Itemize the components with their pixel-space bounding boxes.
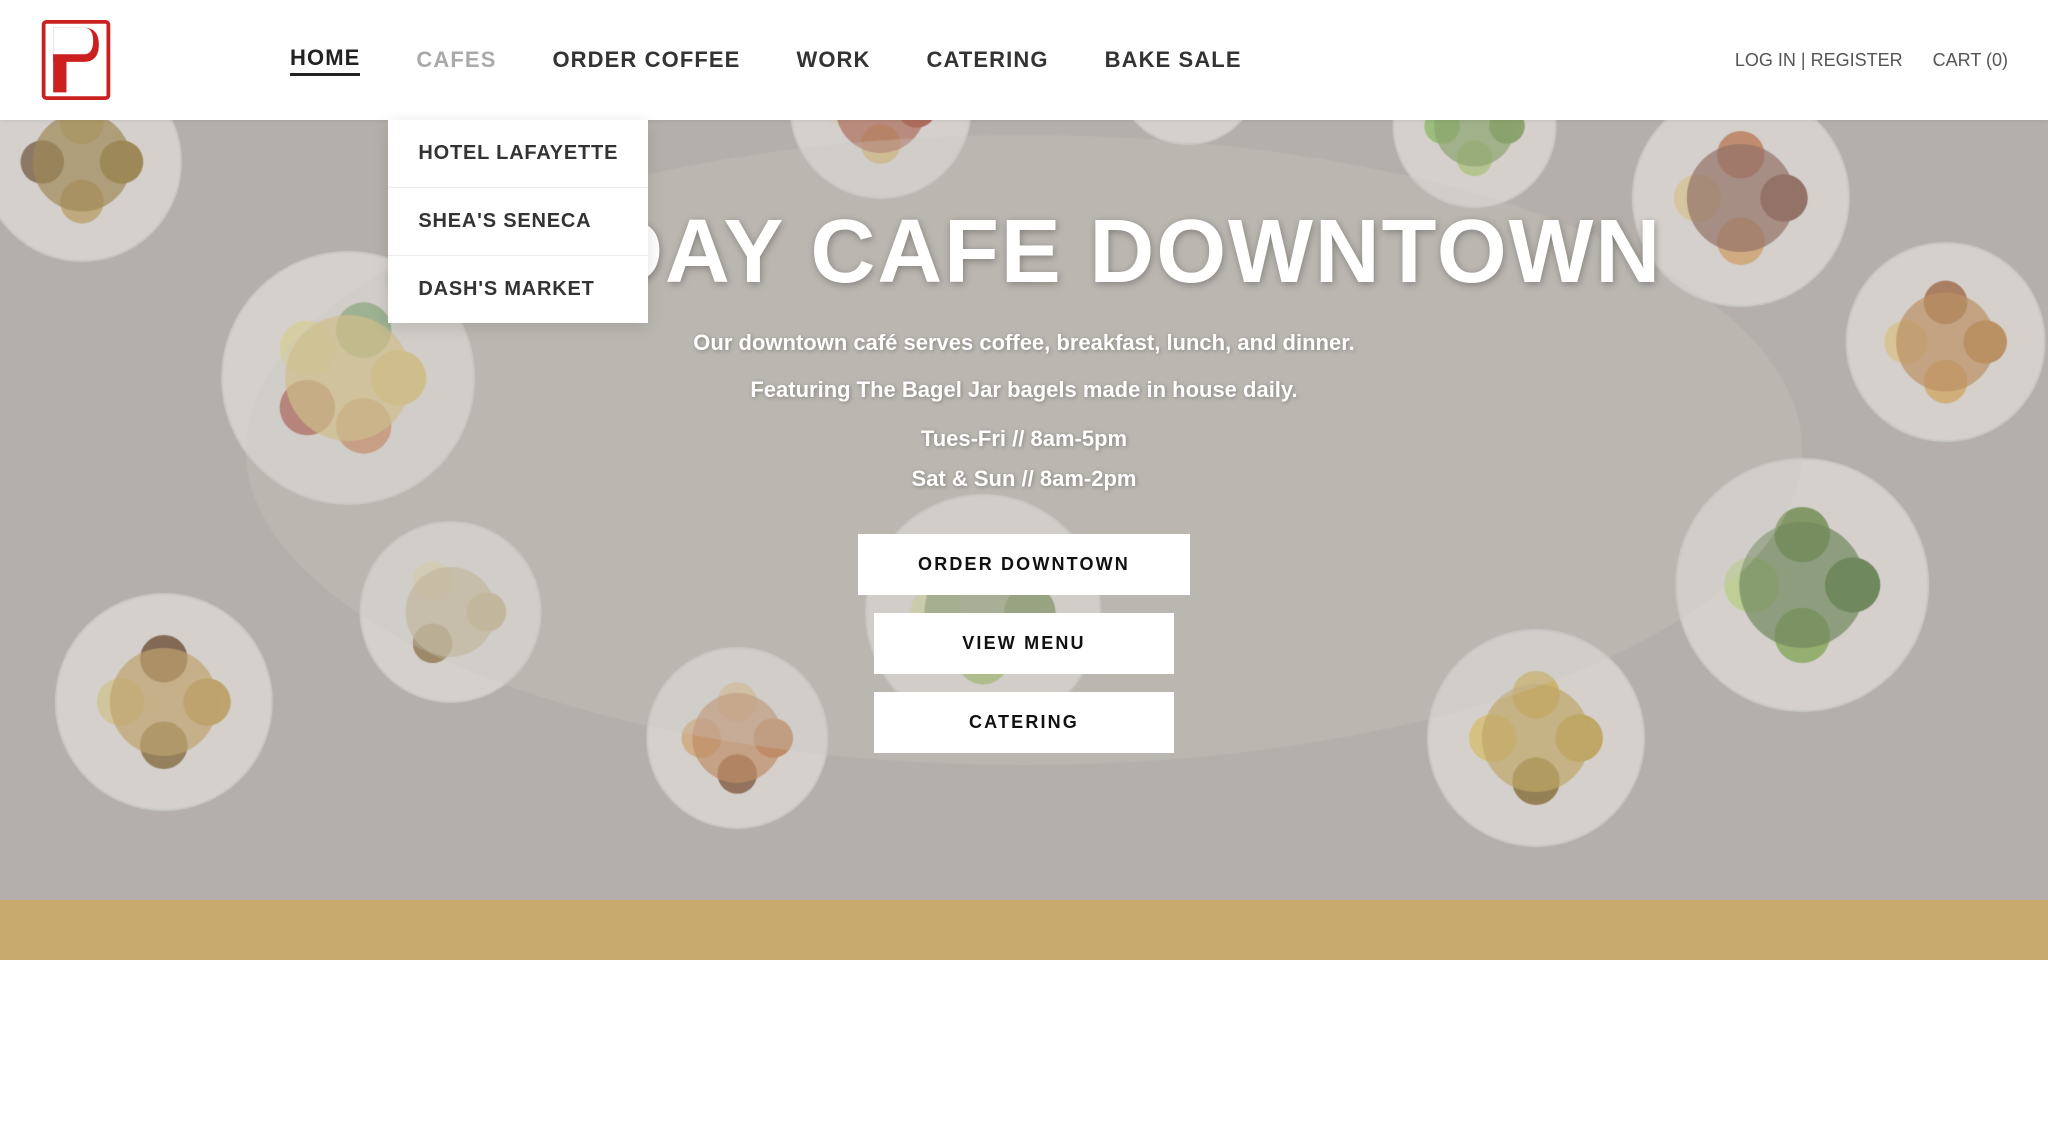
nav-links: HOME CAFES HOTEL LAFAYETTE SHEA'S SENECA… (262, 0, 1735, 120)
logo[interactable]: P (40, 18, 112, 103)
nav-item-order-coffee[interactable]: ORDER COFFEE (524, 0, 768, 120)
nav-item-catering[interactable]: CATERING (899, 0, 1077, 120)
catering-button[interactable]: CATERING (874, 692, 1174, 753)
hero-content: ALL-DAY CAFE DOWNTOWN Our downtown café … (0, 0, 2048, 900)
navbar: P HOME CAFES HOTEL LAFAYETTE SHEA'S SENE… (0, 0, 2048, 120)
bottom-bar (0, 900, 2048, 960)
hero-hours-line2: Sat & Sun // 8am-2pm (912, 459, 1137, 499)
nav-right: LOG IN | REGISTER CART (0) (1735, 50, 2008, 71)
dropdown-item-sheas-seneca[interactable]: SHEA'S SENECA (388, 188, 648, 256)
nav-item-bake-sale[interactable]: BAKE SALE (1077, 0, 1270, 120)
hero-subtitle-2: Featuring The Bagel Jar bagels made in h… (750, 372, 1297, 407)
nav-item-home[interactable]: HOME (262, 0, 388, 120)
hero-section: ALL-DAY CAFE DOWNTOWN Our downtown café … (0, 0, 2048, 900)
hero-buttons: ORDER DOWNTOWN VIEW MENU CATERING (858, 534, 1190, 753)
nav-item-cafes[interactable]: CAFES HOTEL LAFAYETTE SHEA'S SENECA DASH… (388, 0, 524, 120)
cafes-dropdown: HOTEL LAFAYETTE SHEA'S SENECA DASH'S MAR… (388, 120, 648, 323)
hero-hours: Tues-Fri // 8am-5pm Sat & Sun // 8am-2pm (912, 419, 1137, 498)
order-downtown-button[interactable]: ORDER DOWNTOWN (858, 534, 1190, 595)
hero-hours-line1: Tues-Fri // 8am-5pm (912, 419, 1137, 459)
dropdown-item-hotel-lafayette[interactable]: HOTEL LAFAYETTE (388, 120, 648, 188)
login-register-link[interactable]: LOG IN | REGISTER (1735, 50, 1903, 71)
cart-link[interactable]: CART (0) (1933, 50, 2008, 71)
hero-subtitle-1: Our downtown café serves coffee, breakfa… (693, 325, 1354, 360)
nav-item-work[interactable]: WORK (768, 0, 898, 120)
view-menu-button[interactable]: VIEW MENU (874, 613, 1174, 674)
dropdown-item-dashs-market[interactable]: DASH'S MARKET (388, 256, 648, 323)
